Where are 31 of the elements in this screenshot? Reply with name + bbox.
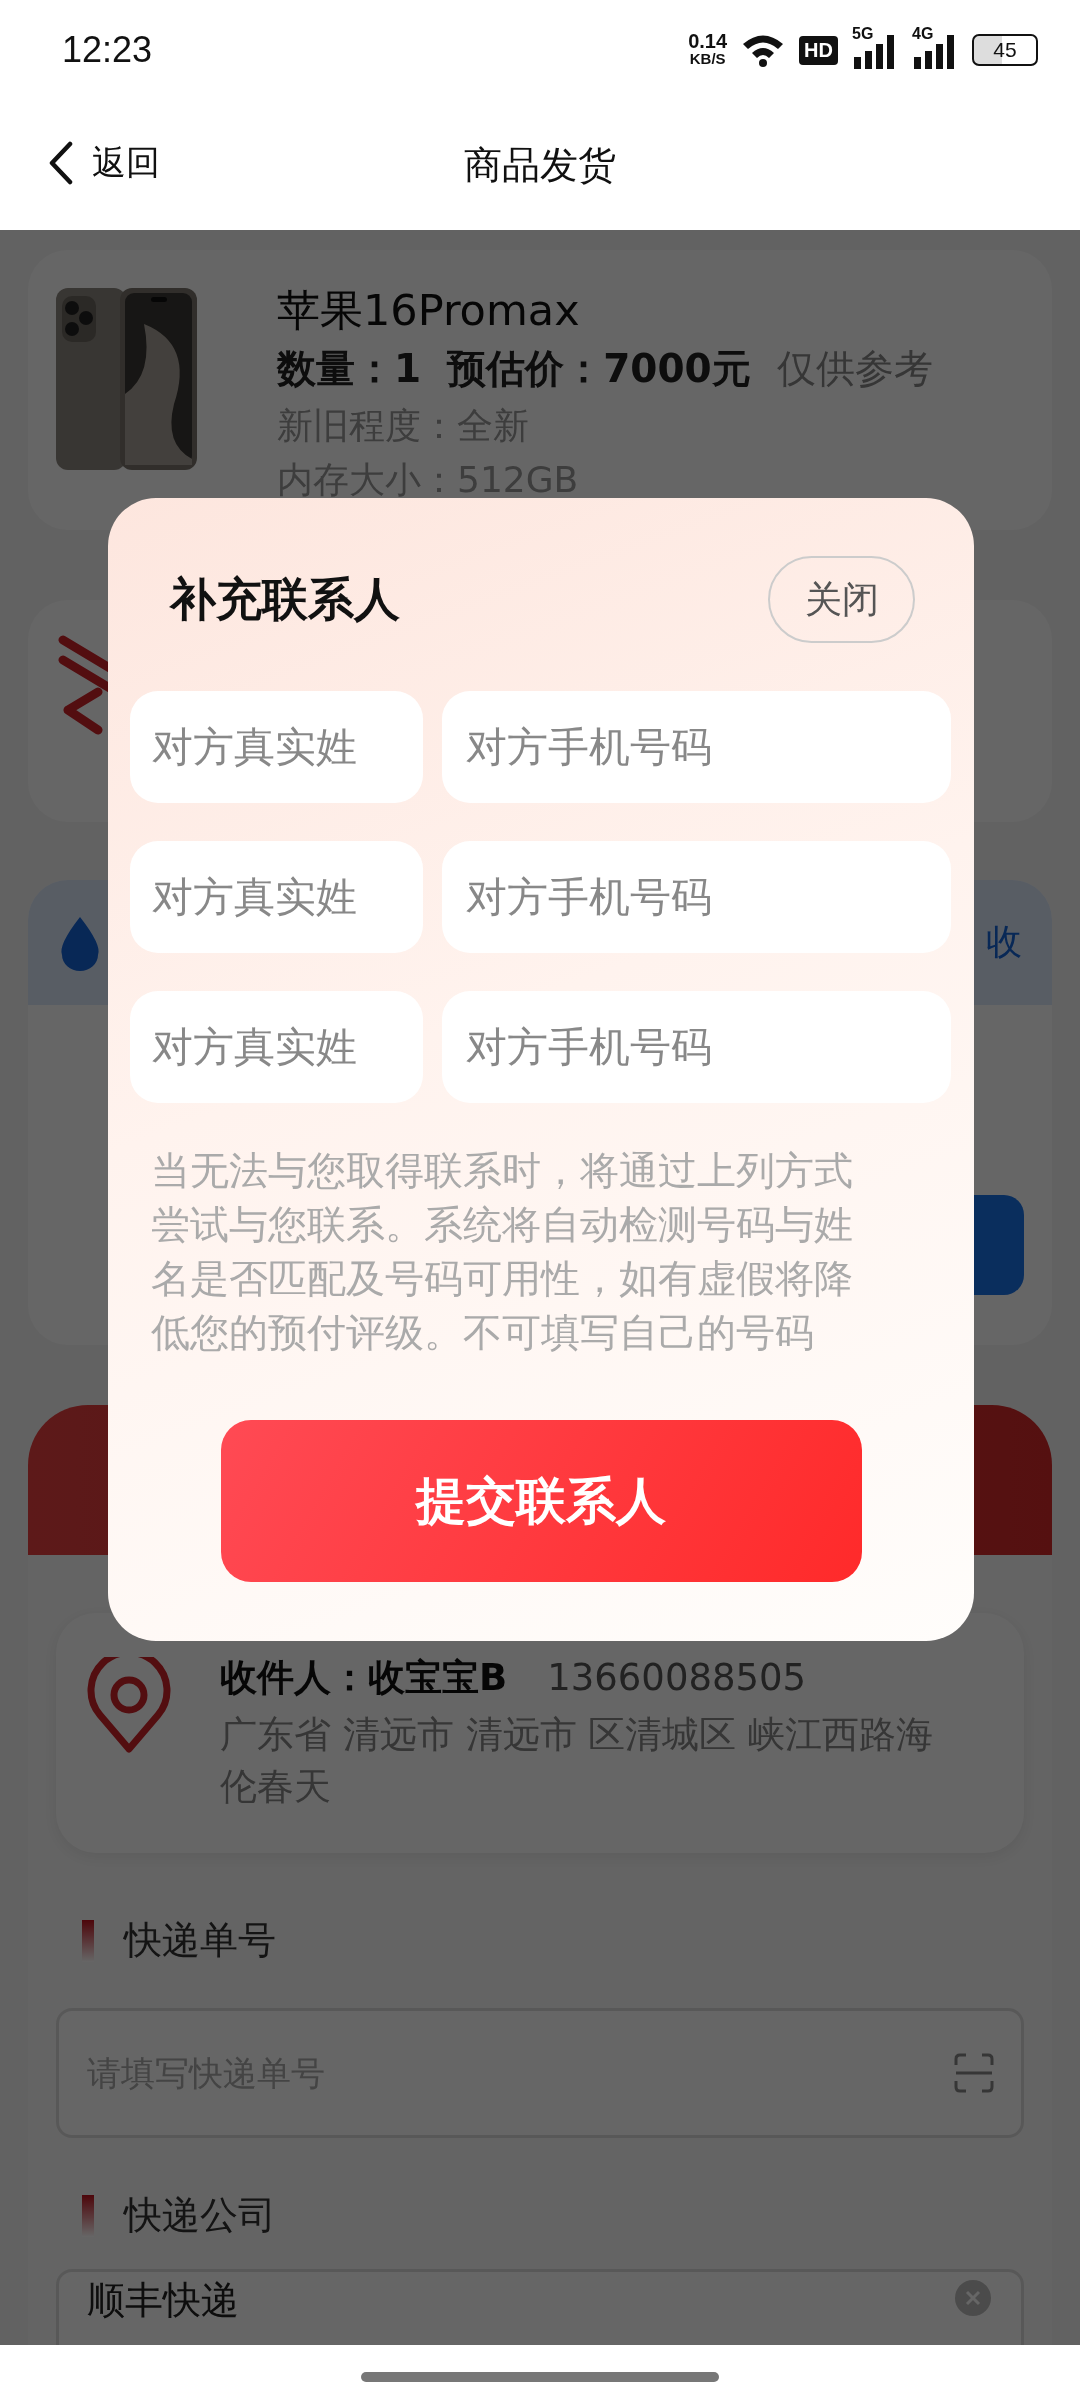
submit-button[interactable]: 提交联系人 — [220, 1420, 862, 1582]
page-title: 商品发货 — [464, 141, 616, 189]
quantity-text: 数量：1 — [277, 345, 422, 393]
section-marker — [82, 2194, 94, 2237]
name-field[interactable]: 对方真实姓 — [130, 691, 423, 803]
courier-field[interactable]: 顺丰快递 — [56, 2269, 1024, 2345]
section-title: 快递公司 — [124, 2192, 276, 2239]
name-field[interactable]: 对方真实姓 — [130, 991, 423, 1103]
section-marker — [82, 1919, 94, 1962]
product-name: 苹果16Promax — [277, 284, 581, 336]
phone-field[interactable]: 对方手机号码 — [442, 841, 951, 953]
receiver-name: 收件人：收宝宝B — [220, 1655, 508, 1701]
status-time: 12:23 — [62, 29, 153, 71]
receiver-phone: 13660088505 — [547, 1656, 807, 1699]
wifi-icon — [741, 33, 786, 67]
phone-field[interactable]: 对方手机号码 — [442, 991, 951, 1103]
phone-field[interactable]: 对方手机号码 — [442, 691, 951, 803]
hd-badge: HD — [799, 35, 838, 65]
home-indicator[interactable] — [361, 2371, 719, 2382]
service-link[interactable]: 收 — [986, 918, 1022, 967]
section-title: 快递单号 — [124, 1917, 276, 1964]
dialog-title: 补充联系人 — [168, 570, 400, 628]
back-button[interactable]: 返回 — [48, 140, 160, 186]
notice-text: 当无法与您取得联系时，将通过上列方式尝试与您联系。系统将自动检测号码与姓名是否匹配及号码可用性，如有虚假将降低您的预付评级。不可填写自己的号码 — [150, 1147, 854, 1357]
battery-indicator: 45 — [972, 34, 1038, 66]
location-pin-icon — [86, 1657, 172, 1753]
name-field[interactable]: 对方真实姓 — [130, 841, 423, 953]
back-icon[interactable] — [48, 141, 74, 185]
network-speed: 0.14 KB/S — [688, 32, 728, 68]
close-button[interactable]: 关闭 — [768, 556, 915, 643]
price-text: 预估价：7000元 — [447, 345, 751, 393]
